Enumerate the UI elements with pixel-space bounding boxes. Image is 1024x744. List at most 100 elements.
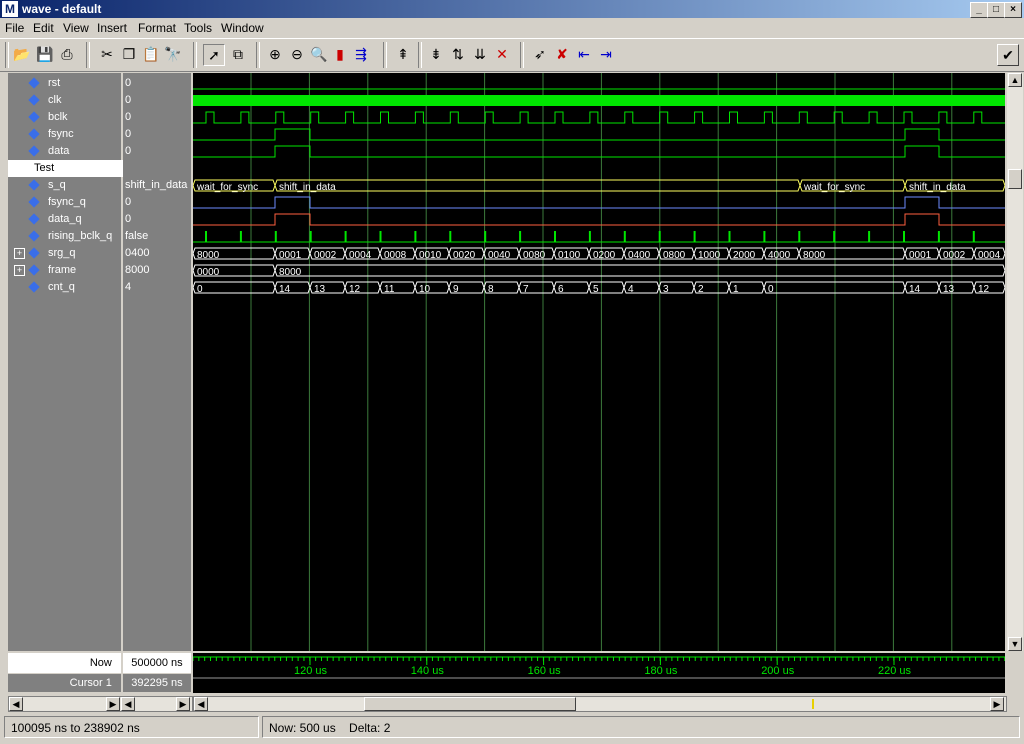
open-folder-icon[interactable]: 📂 xyxy=(12,44,32,64)
wave-srg_q-value: 8000 xyxy=(803,250,826,261)
paste-icon[interactable]: 📋 xyxy=(141,44,161,64)
status-delta: Delta: 2 xyxy=(349,721,391,735)
menu-insert[interactable]: Insert xyxy=(97,21,127,35)
toolbar-grip xyxy=(5,42,9,68)
signal-diamond-icon xyxy=(28,247,40,259)
signal-name: srg_q xyxy=(48,247,76,259)
signal-row-cnt_q[interactable]: cnt_q xyxy=(8,279,121,296)
wave-srg_q-value: 0004 xyxy=(349,250,372,261)
scroll-down-button[interactable]: ▼ xyxy=(1008,637,1022,651)
signal-row-data_q[interactable]: data_q xyxy=(8,211,121,228)
scroll-right-button[interactable]: ▶ xyxy=(106,697,120,711)
signal-diamond-icon xyxy=(28,128,40,140)
wave-srg_q-value: 0800 xyxy=(663,250,686,261)
edge-select-icon[interactable]: ✕ xyxy=(492,44,512,64)
edge-next-icon[interactable]: ⇤ xyxy=(574,44,594,64)
insert-cursor-icon[interactable]: ⇞ xyxy=(393,44,413,64)
wave-srg_q-value: 0010 xyxy=(419,250,442,261)
delete-cursor-icon[interactable]: ⇊ xyxy=(470,44,490,64)
cursor-label[interactable]: Cursor 1 xyxy=(8,674,121,692)
cursor-marker xyxy=(812,699,814,709)
break-icon[interactable]: ▮ xyxy=(330,44,350,64)
wave-frame-segment xyxy=(274,264,1005,277)
move-cursor-down-icon[interactable]: ⇅ xyxy=(448,44,468,64)
menu-tools[interactable]: Tools xyxy=(184,21,212,35)
time-ruler-canvas[interactable]: 120 us 140 us 160 us 180 us 200 us 220 us xyxy=(193,653,1005,693)
wave-cnt_q-value: 8 xyxy=(488,284,494,295)
scroll-right-button[interactable]: ▶ xyxy=(990,697,1004,711)
dock-icon[interactable]: ✔ xyxy=(997,44,1019,66)
edge-delete-icon[interactable]: ➶ xyxy=(530,44,550,64)
signal-value: 0 xyxy=(125,128,132,140)
wave-s_q-value: shift_in_data xyxy=(279,182,336,193)
zoom-full-icon[interactable]: 🔍 xyxy=(309,44,329,64)
vertical-scrollbar[interactable]: ▲ ▼ xyxy=(1007,73,1023,651)
edge-last-icon[interactable]: ⇥ xyxy=(596,44,616,64)
signal-row-fsync[interactable]: fsync xyxy=(8,126,121,143)
maximize-button[interactable]: □ xyxy=(987,2,1005,18)
wave-srg_q-value: 0001 xyxy=(279,250,302,261)
scroll-right-button[interactable]: ▶ xyxy=(176,697,190,711)
minimize-button[interactable]: _ xyxy=(970,2,988,18)
step-icon[interactable]: ⇶ xyxy=(351,44,371,64)
wave-fsync_q xyxy=(193,196,1005,209)
signal-row-data[interactable]: data xyxy=(8,143,121,160)
signal-names-pane: rst clk bclk fsync data Test s_q fsync_q data_q r… xyxy=(8,73,191,651)
signal-name: data_q xyxy=(48,213,82,225)
wave-frame-value: 0000 xyxy=(197,267,220,278)
scroll-left-button[interactable]: ◀ xyxy=(9,697,23,711)
save-icon[interactable]: 💾 xyxy=(35,44,55,64)
close-button[interactable]: × xyxy=(1004,2,1022,18)
wave-data xyxy=(193,145,1005,158)
copy-icon[interactable]: ❐ xyxy=(119,44,139,64)
wave-frame-value: 8000 xyxy=(279,267,302,278)
scroll-thumb[interactable] xyxy=(1008,169,1022,189)
time-ruler[interactable]: 120 us 140 us 160 us 180 us 200 us 220 us xyxy=(193,653,1005,693)
menu-format[interactable]: Format xyxy=(138,21,176,35)
select-arrow-icon[interactable]: ➚ xyxy=(203,44,225,66)
names-hscrollbar[interactable]: ◀ ▶ ◀ ▶ xyxy=(8,696,193,712)
scroll-up-button[interactable]: ▲ xyxy=(1008,73,1022,87)
title-bar: M wave - default _ □ × xyxy=(0,0,1024,18)
signal-name: s_q xyxy=(48,179,66,191)
status-now: Now: 500 us xyxy=(269,721,336,735)
wave-cnt_q-value: 7 xyxy=(523,284,529,295)
signal-row-bclk[interactable]: bclk xyxy=(8,109,121,126)
waveform-pane[interactable]: wait_for_sync shift_in_data wait_for_sync s… xyxy=(193,73,1005,651)
signal-row-rising_bclk_q[interactable]: rising_bclk_q xyxy=(8,228,121,245)
ruler-label: 180 us xyxy=(644,665,678,677)
wave-srg_q-value: 0001 xyxy=(909,250,932,261)
zoom-region-icon[interactable]: ⧉ xyxy=(228,44,248,64)
wave-hscrollbar[interactable]: ◀ ▶ xyxy=(193,696,1007,712)
menu-view[interactable]: View xyxy=(63,21,89,35)
menu-window[interactable]: Window xyxy=(221,21,264,35)
edge-prev-icon[interactable]: ✘ xyxy=(552,44,572,64)
signal-name: fsync_q xyxy=(48,196,86,208)
signal-row-frame[interactable]: + frame xyxy=(8,262,121,279)
signal-row-rst[interactable]: rst xyxy=(8,75,121,92)
signal-row-s_q[interactable]: s_q xyxy=(8,177,121,194)
signal-row-clk[interactable]: clk xyxy=(8,92,121,109)
cut-icon[interactable]: ✂ xyxy=(97,44,117,64)
menu-file[interactable]: File xyxy=(5,21,24,35)
window-title: wave - default xyxy=(22,2,102,16)
find-icon[interactable]: 🔭 xyxy=(163,44,183,64)
signal-row-srg_q[interactable]: + srg_q xyxy=(8,245,121,262)
signal-name: frame xyxy=(48,264,77,276)
signal-value: false xyxy=(125,230,149,242)
expand-icon[interactable]: + xyxy=(14,248,25,259)
menu-edit[interactable]: Edit xyxy=(33,21,54,35)
move-cursor-up-icon[interactable]: ⇟ xyxy=(426,44,446,64)
waveform-canvas[interactable]: wait_for_sync shift_in_data wait_for_sync s… xyxy=(193,73,1005,651)
scroll-left-button[interactable]: ◀ xyxy=(121,697,135,711)
zoom-in-icon[interactable]: ⊕ xyxy=(265,44,285,64)
signal-row-fsync_q[interactable]: fsync_q xyxy=(8,194,121,211)
signal-name: fsync xyxy=(48,128,74,140)
scroll-thumb[interactable] xyxy=(364,697,576,711)
ruler-label: 220 us xyxy=(878,665,912,677)
print-icon[interactable]: ⎙ xyxy=(57,44,77,64)
zoom-out-icon[interactable]: ⊖ xyxy=(287,44,307,64)
expand-icon[interactable]: + xyxy=(14,265,25,276)
signal-name: bclk xyxy=(48,111,68,123)
scroll-left-button[interactable]: ◀ xyxy=(194,697,208,711)
